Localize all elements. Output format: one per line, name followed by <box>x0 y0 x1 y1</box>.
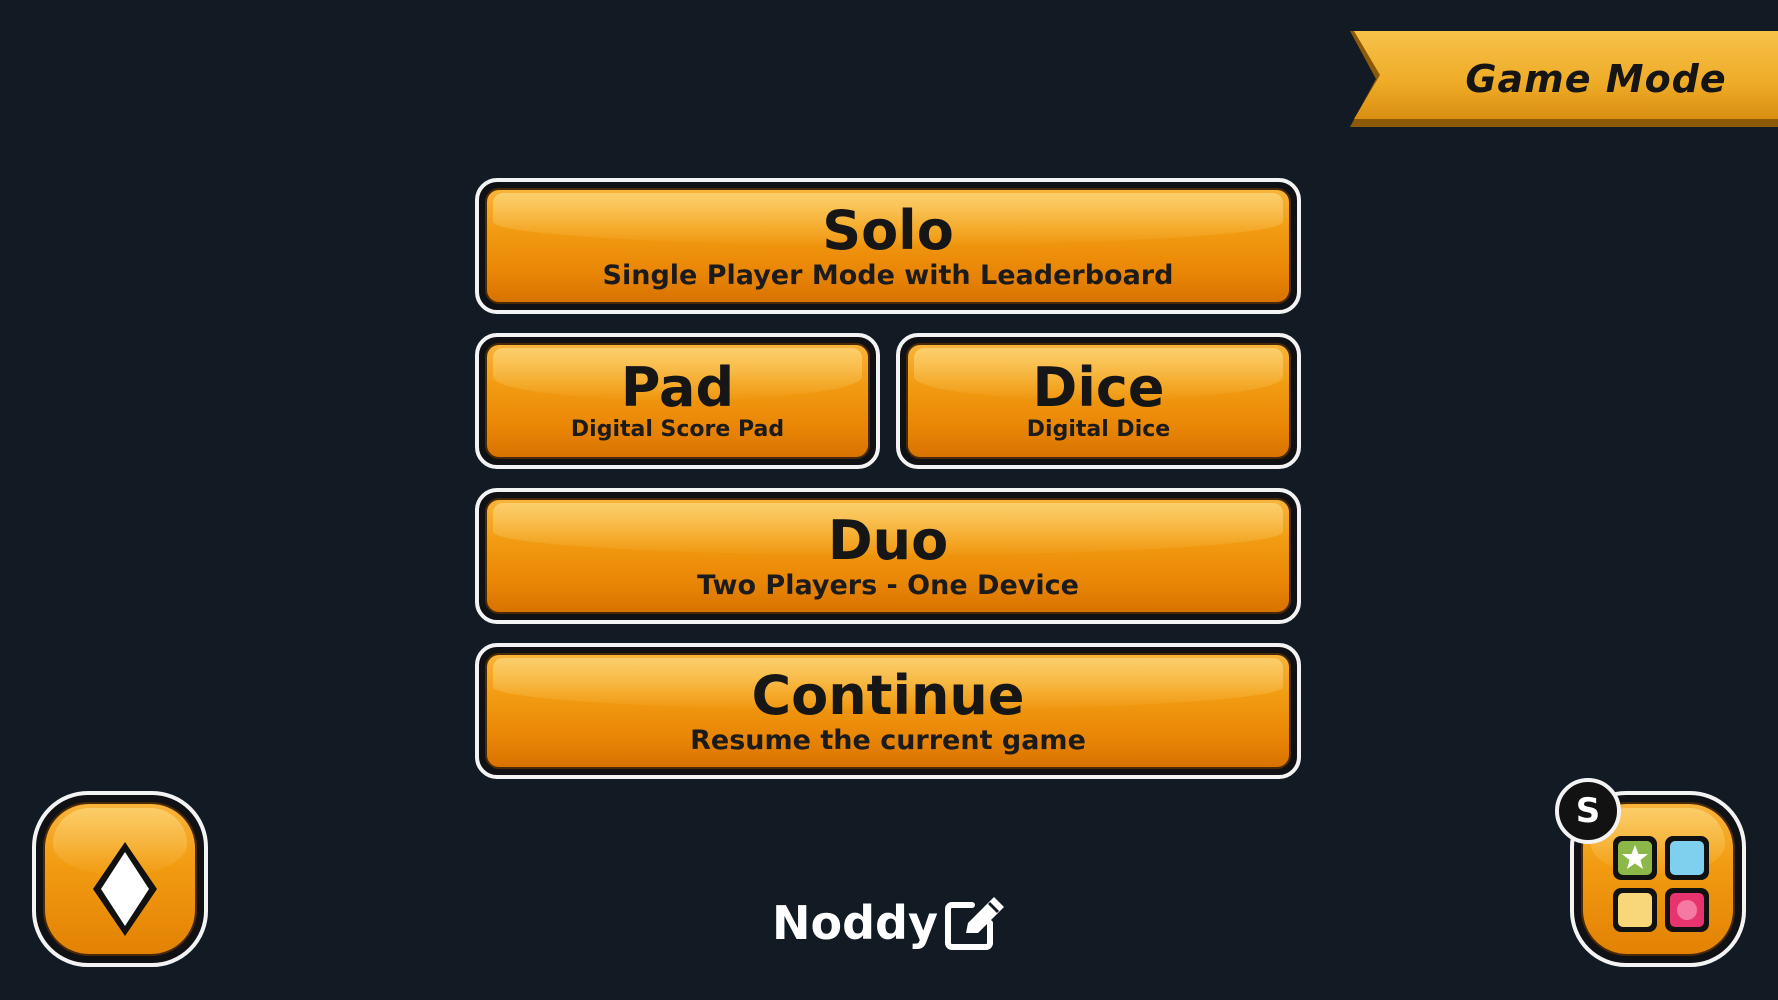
solo-subtitle: Single Player Mode with Leaderboard <box>602 259 1174 291</box>
duo-title: Duo <box>827 508 949 572</box>
duo-button[interactable]: Duo Two Players - One Device <box>475 488 1301 624</box>
pad-title: Pad <box>620 356 735 419</box>
banner-title: Game Mode <box>1465 57 1727 101</box>
s-badge: S <box>1555 778 1621 844</box>
continue-button[interactable]: Continue Resume the current game <box>475 643 1301 779</box>
duo-subtitle: Two Players - One Device <box>697 569 1079 601</box>
player-name-row: Noddy <box>0 893 1778 953</box>
game-mode-banner: Game Mode <box>1350 31 1778 127</box>
pad-button-face: Pad Digital Score Pad <box>485 343 870 459</box>
continue-subtitle: Resume the current game <box>690 724 1086 756</box>
dice-button-face: Dice Digital Dice <box>906 343 1291 459</box>
dice-subtitle: Digital Dice <box>1026 417 1171 442</box>
dice-title: Dice <box>1032 356 1165 419</box>
continue-title: Continue <box>751 663 1025 727</box>
solo-title: Solo <box>822 198 954 262</box>
dice-button[interactable]: Dice Digital Dice <box>896 333 1301 469</box>
continue-button-face: Continue Resume the current game <box>485 653 1291 769</box>
duo-button-face: Duo Two Players - One Device <box>485 498 1291 614</box>
pad-button[interactable]: Pad Digital Score Pad <box>475 333 880 469</box>
edit-pencil-icon[interactable] <box>944 895 1006 951</box>
pad-subtitle: Digital Score Pad <box>570 417 785 442</box>
player-name: Noddy <box>772 896 938 950</box>
solo-button[interactable]: Solo Single Player Mode with Leaderboard <box>475 178 1301 314</box>
solo-button-face: Solo Single Player Mode with Leaderboard <box>485 188 1291 304</box>
